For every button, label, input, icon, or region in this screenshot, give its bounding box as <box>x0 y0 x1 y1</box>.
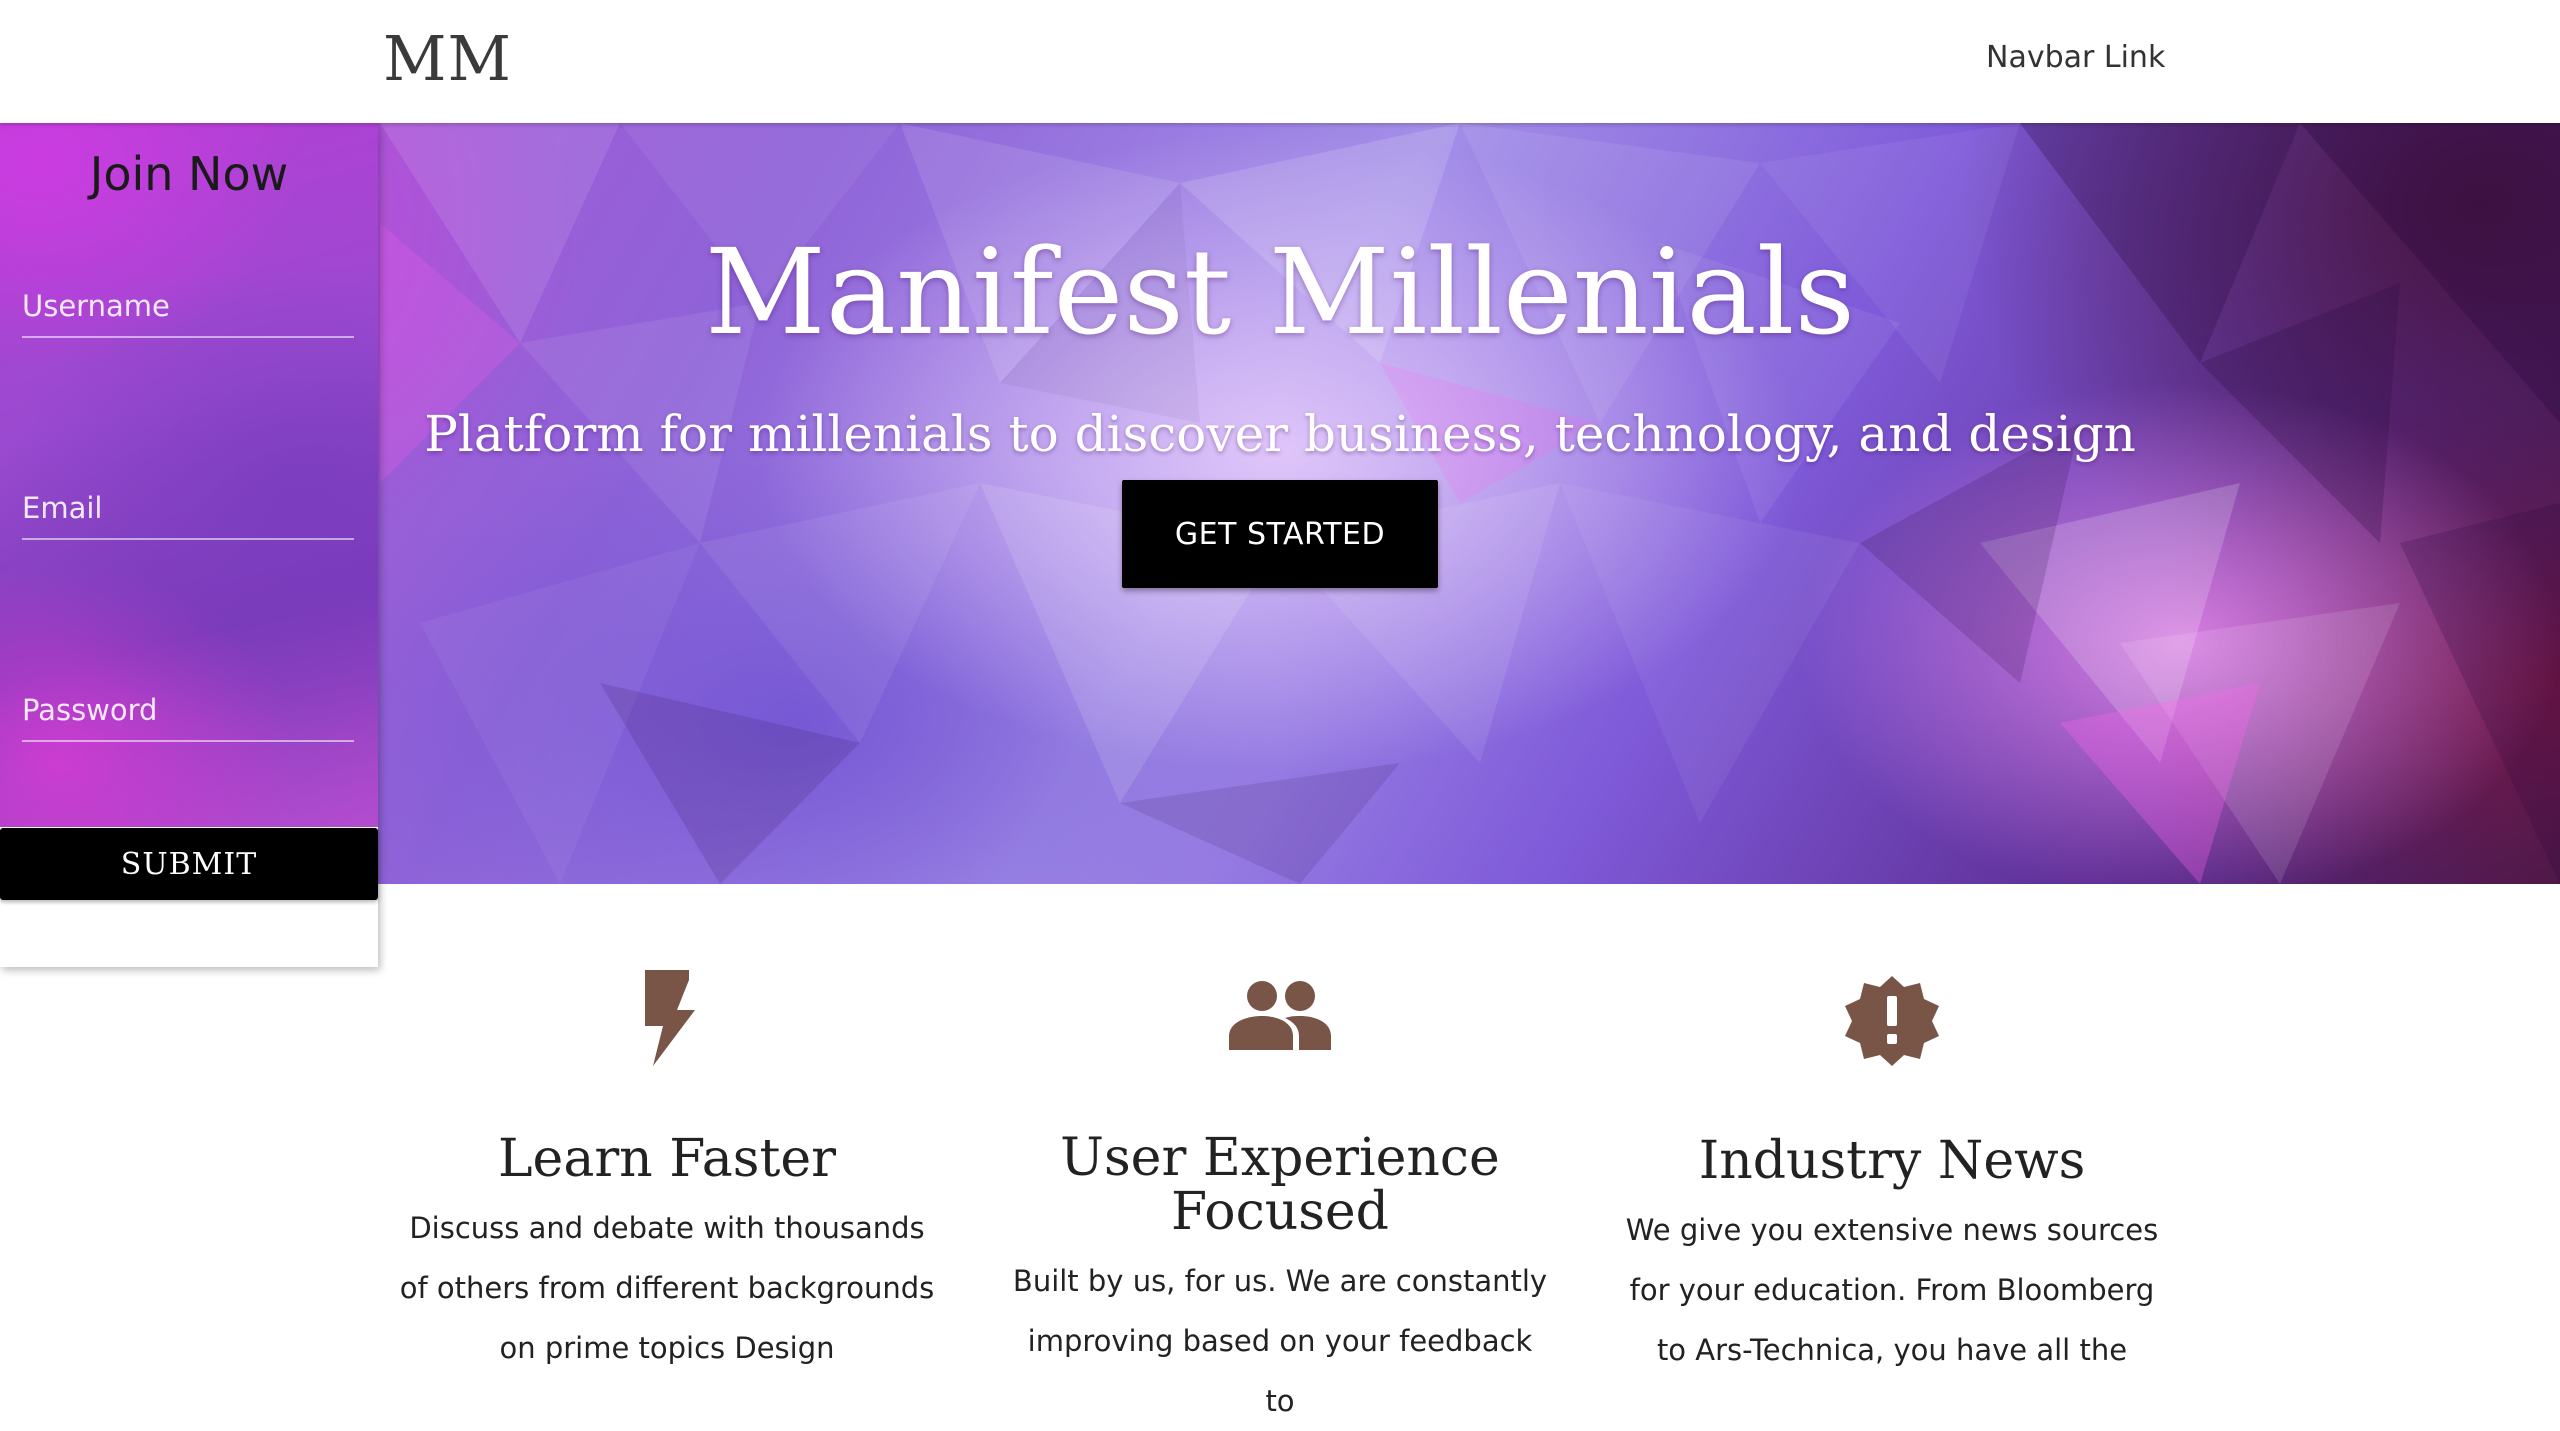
username-input[interactable] <box>22 276 354 338</box>
feature-title: Learn Faster <box>498 1129 836 1189</box>
hero-title: Manifest Millenials <box>704 223 1856 361</box>
feature-industry-news: Industry News We give you extensive news… <box>1622 972 2162 1380</box>
feature-learn-faster: Learn Faster Discuss and debate with tho… <box>397 970 937 1378</box>
feature-text: We give you extensive news sources for y… <box>1625 1213 2159 1367</box>
navbar-link[interactable]: Navbar Link <box>1986 40 2165 75</box>
feature-text: Discuss and debate with thousands of oth… <box>399 1211 935 1365</box>
people-group-icon <box>1229 981 1331 1050</box>
join-form: Join Now <box>0 123 378 827</box>
get-started-button[interactable]: GET STARTED <box>1122 480 1438 588</box>
feature-user-experience: User Experience Focused Built by us, for… <box>1010 980 1550 1431</box>
feature-title: Industry News <box>1698 1131 2086 1191</box>
join-title: Join Now <box>89 147 289 201</box>
brand-logo[interactable]: MM <box>383 22 512 95</box>
new-releases-badge-icon <box>1845 976 1939 1066</box>
lightning-bolt-icon <box>645 970 695 1066</box>
password-input[interactable] <box>22 680 354 742</box>
feature-text: Built by us, for us. We are constantly i… <box>1012 1264 1548 1418</box>
navbar: MM Navbar Link <box>0 0 2560 123</box>
email-input[interactable] <box>22 478 354 540</box>
hero-subtitle: Platform for millenials to discover busi… <box>424 405 2136 463</box>
feature-title: User Experience Focused <box>1060 1128 1500 1242</box>
hero-banner: Manifest Millenials Platform for milleni… <box>0 123 2560 884</box>
submit-button[interactable]: SUBMIT <box>0 828 378 900</box>
join-panel: Join Now SUBMIT <box>0 123 378 967</box>
